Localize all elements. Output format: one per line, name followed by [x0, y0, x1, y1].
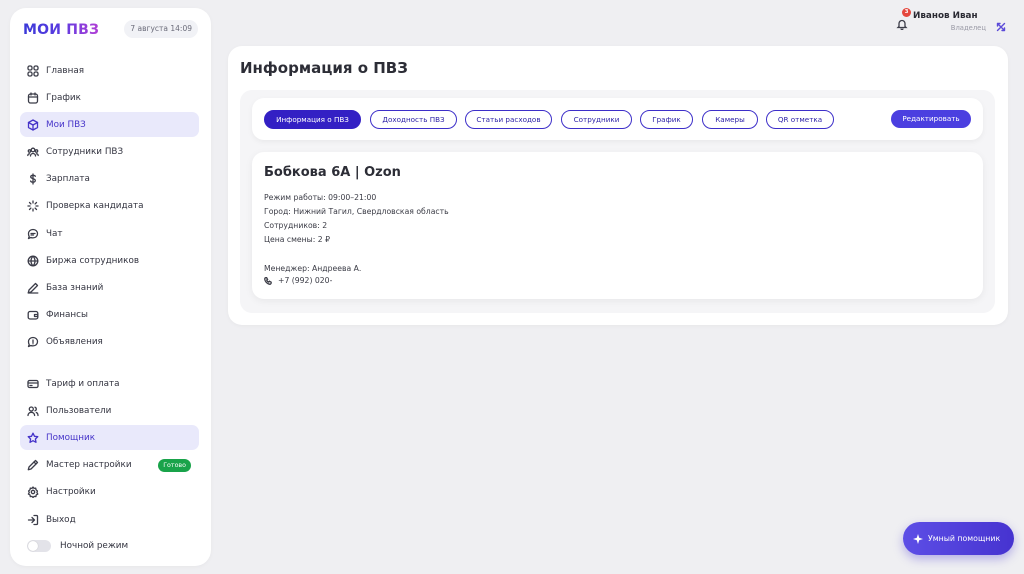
pvz-info-card: Бобкова 6А | Ozon Режим работы: 09:00–21… [252, 152, 983, 299]
sidebar-item-label: Объявления [46, 337, 103, 348]
logout-icon [27, 514, 39, 526]
sidebar-item-chat[interactable]: Чат [20, 221, 199, 246]
pvz-name: Бобкова 6А | Ozon [264, 165, 401, 180]
sidebar-item-label: График [46, 92, 81, 103]
sidebar-nav: Главная График Мои ПВЗ Сотрудники ПВЗ За… [20, 58, 199, 558]
calendar-icon [27, 92, 39, 104]
sidebar-item-label: Тариф и оплата [46, 378, 120, 389]
sidebar-item-announcements[interactable]: Объявления [20, 330, 199, 355]
sidebar-item-knowledge-base[interactable]: База знаний [20, 276, 199, 301]
date-time-badge: 7 августа 14:09 [124, 20, 198, 38]
megaphone-icon [27, 336, 39, 348]
pvz-city: Город: Нижний Тагил, Свердловская област… [264, 207, 449, 216]
tab-bar: Информация о ПВЗ Доходность ПВЗ Статьи р… [252, 98, 983, 140]
sidebar-item-label: Проверка кандидата [46, 201, 144, 212]
sidebar-item-candidate-check[interactable]: Проверка кандидата [20, 194, 199, 219]
sidebar-item-my-pvz[interactable]: Мои ПВЗ [20, 112, 199, 138]
pvz-hours: Режим работы: 09:00–21:00 [264, 193, 377, 202]
sidebar-item-users[interactable]: Пользователи [20, 398, 199, 423]
smart-assistant-label: Умный помощник [928, 534, 1001, 543]
sidebar-item-label: Финансы [46, 310, 88, 321]
pvz-phone: +7 (992) 020- [278, 276, 333, 285]
grid-icon [27, 64, 39, 77]
night-mode-label: Ночной режим [60, 541, 129, 552]
sidebar-item-tariff[interactable]: Тариф и оплата [20, 371, 199, 396]
app-logo[interactable]: МОИ ПВЗ [23, 22, 99, 38]
sidebar-item-logout[interactable]: Выход [20, 507, 199, 532]
pvz-shift-price: Цена смены: 2 ₽ [264, 235, 330, 244]
card-icon [27, 378, 39, 390]
user-group-icon [27, 405, 39, 417]
gear-icon [27, 486, 39, 499]
sidebar-item-label: Помощник [46, 432, 96, 443]
content-container: Информация о ПВЗ Доходность ПВЗ Статьи р… [240, 90, 995, 313]
tab-pvz-info[interactable]: Информация о ПВЗ [264, 110, 361, 129]
pvz-manager: Менеджер: Андреева А. [264, 264, 362, 273]
pvz-phone-row: +7 (992) 020- [264, 276, 332, 285]
user-menu[interactable]: 3 Иванов Иван Владелец [896, 8, 1006, 35]
chat-icon [27, 228, 39, 240]
sidebar-header: МОИ ПВЗ 7 августа 14:09 [23, 20, 198, 42]
star-icon [27, 432, 39, 444]
sidebar-item-label: Сотрудники ПВЗ [46, 147, 124, 158]
sidebar-item-pvz-employees[interactable]: Сотрудники ПВЗ [20, 140, 199, 165]
sidebar-item-label: Мои ПВЗ [46, 119, 86, 130]
sidebar-item-label: Главная [46, 65, 84, 76]
night-mode-row: Ночной режим [20, 534, 199, 558]
sparkle-icon [913, 533, 923, 544]
phone-icon [264, 276, 272, 285]
edit-button[interactable]: Редактировать [891, 110, 971, 128]
sidebar-item-label: Чат [46, 228, 63, 239]
sidebar-item-assistant[interactable]: Помощник [20, 425, 199, 451]
ready-badge: Готово [158, 458, 191, 472]
sidebar-item-label: Пользователи [46, 405, 112, 416]
sidebar-item-label: Настройки [46, 487, 96, 498]
sidebar-item-home[interactable]: Главная [20, 58, 199, 83]
page-title: Информация о ПВЗ [240, 59, 408, 77]
wallet-icon [27, 309, 39, 321]
tab-qr-checkin[interactable]: QR отметка [766, 110, 834, 129]
smart-assistant-button[interactable]: Умный помощник [903, 522, 1014, 555]
pencil-icon [27, 282, 39, 294]
notification-count: 3 [902, 8, 911, 17]
sidebar-item-label: Выход [46, 514, 76, 525]
sidebar-item-schedule[interactable]: График [20, 85, 199, 110]
sidebar-item-label: Зарплата [46, 174, 90, 185]
tab-employees[interactable]: Сотрудники [561, 110, 632, 129]
sidebar-item-label: Мастер настройки [46, 460, 132, 471]
pvz-employees: Сотрудников: 2 [264, 221, 328, 230]
tab-expense-items[interactable]: Статьи расходов [465, 110, 552, 129]
tab-schedule[interactable]: График [640, 110, 693, 129]
dollar-icon [27, 173, 39, 185]
loader-icon [27, 200, 39, 213]
globe-icon [27, 255, 39, 267]
night-mode-toggle[interactable] [27, 540, 51, 553]
pen-icon [27, 459, 39, 471]
expand-icon[interactable] [996, 17, 1006, 32]
main-panel: Информация о ПВЗ Информация о ПВЗ Доходн… [228, 46, 1008, 325]
sidebar-item-salary[interactable]: Зарплата [20, 167, 199, 192]
box-icon [27, 119, 39, 131]
sidebar-item-setup-wizard[interactable]: Мастер настройки Готово [20, 453, 199, 478]
user-role: Владелец [950, 24, 986, 32]
sidebar-item-settings[interactable]: Настройки [20, 480, 199, 505]
sidebar-item-label: База знаний [46, 283, 104, 293]
sidebar-item-employee-exchange[interactable]: Биржа сотрудников [20, 248, 199, 273]
sidebar-item-finance[interactable]: Финансы [20, 303, 199, 328]
sidebar-divider [20, 357, 199, 371]
tab-cameras[interactable]: Камеры [702, 110, 758, 129]
sidebar: МОИ ПВЗ 7 августа 14:09 Главная График М… [10, 8, 211, 566]
tab-pvz-profitability[interactable]: Доходность ПВЗ [370, 110, 457, 129]
user-name: Иванов Иван [913, 11, 978, 21]
users-icon [27, 146, 39, 158]
sidebar-item-label: Биржа сотрудников [46, 255, 140, 266]
